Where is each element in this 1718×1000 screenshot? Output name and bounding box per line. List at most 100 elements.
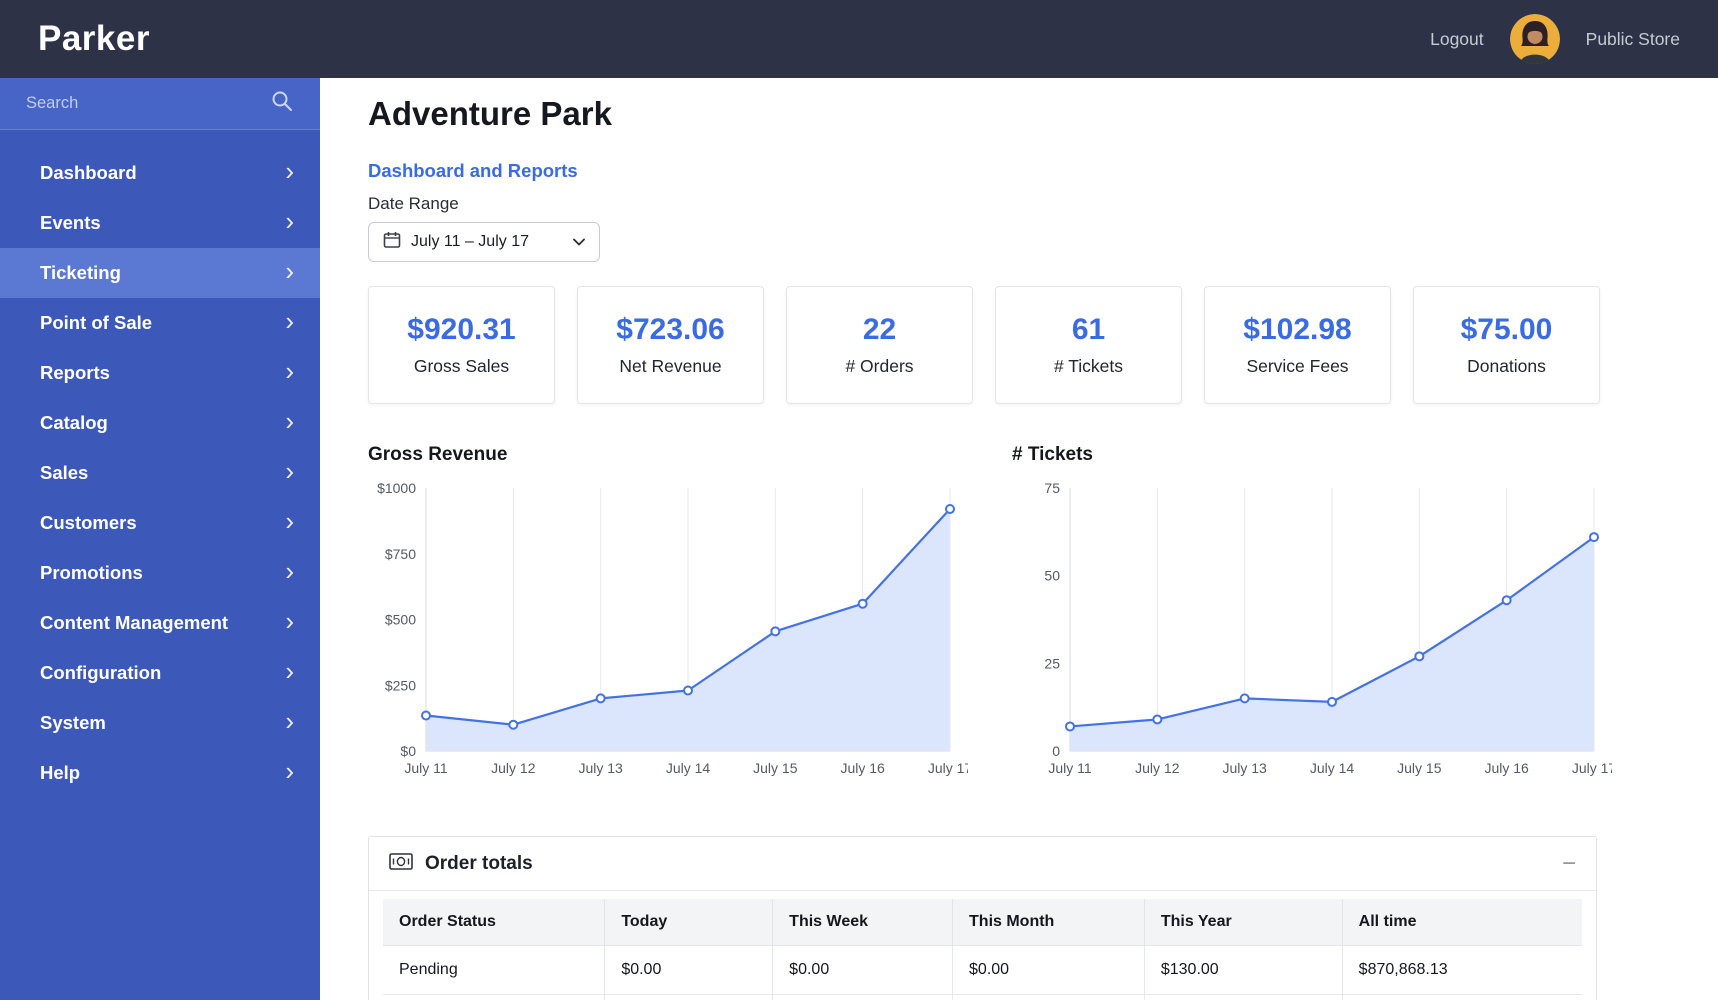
svg-text:50: 50	[1044, 568, 1060, 584]
sidebar-item-ticketing[interactable]: Ticketing ›	[0, 248, 320, 298]
order-totals-header: Order totals −	[369, 837, 1596, 891]
chevron-right-icon: ›	[285, 156, 294, 186]
cell-today: $0.00	[604, 945, 774, 995]
svg-text:July 15: July 15	[1397, 760, 1442, 776]
col-order-status: Order Status	[383, 899, 606, 946]
sidebar-item-label: Customers	[40, 512, 137, 533]
chart-title: Gross Revenue	[368, 444, 508, 465]
sidebar-item-point-of-sale[interactable]: Point of Sale ›	[0, 298, 320, 348]
stat-card-orders: 22 # Orders	[786, 286, 973, 404]
svg-text:$0: $0	[400, 743, 416, 759]
svg-text:$250: $250	[385, 677, 416, 693]
chevron-right-icon: ›	[285, 556, 294, 586]
date-range-label: Date Range	[368, 194, 459, 213]
topbar-right: Logout Public Store	[1430, 14, 1680, 64]
charts-row: Gross Revenue July 11 July 12 July 13 July …	[368, 444, 1718, 796]
svg-text:July 16: July 16	[1484, 760, 1529, 776]
stat-value: 22	[862, 313, 897, 346]
svg-text:July 13: July 13	[578, 760, 623, 776]
cell-all-time: $870,868.13	[1342, 945, 1582, 995]
chevron-right-icon: ›	[285, 206, 294, 236]
svg-text:July 13: July 13	[1222, 760, 1267, 776]
gross-revenue-chart: July 11 July 12 July 13 July 14 July 15 July …	[377, 480, 972, 776]
svg-text:July 16: July 16	[840, 760, 885, 776]
search-icon[interactable]	[270, 89, 294, 118]
col-this-week: This Week	[772, 899, 954, 946]
stat-card-donations: $75.00 Donations	[1413, 286, 1600, 404]
sidebar-item-system[interactable]: System ›	[0, 698, 320, 748]
user-avatar[interactable]	[1509, 14, 1560, 64]
app-logo[interactable]: Parker	[38, 19, 150, 59]
search-input[interactable]	[26, 94, 270, 113]
cell-this-year: $130.00	[1144, 945, 1343, 995]
sidebar-item-content-management[interactable]: Content Management ›	[0, 598, 320, 648]
chart-title: # Tickets	[1012, 444, 1093, 465]
col-this-year: This Year	[1144, 899, 1343, 946]
public-store-link[interactable]: Public Store	[1586, 29, 1680, 50]
sidebar-item-label: Catalog	[40, 412, 108, 433]
order-totals-table-wrap: Order Status Today This Week This Month …	[369, 891, 1596, 1000]
svg-text:July 17: July 17	[928, 760, 968, 776]
sidebar-item-label: Events	[40, 212, 101, 233]
sidebar-item-label: Reports	[40, 362, 110, 383]
stat-label: # Orders	[845, 356, 914, 376]
sidebar-item-configuration[interactable]: Configuration ›	[0, 648, 320, 698]
gross-revenue-chart-block: Gross Revenue July 11 July 12 July 13 July …	[368, 444, 972, 796]
stat-value: $102.98	[1243, 313, 1352, 346]
cell-order-status: Pending	[383, 945, 606, 995]
chevron-right-icon: ›	[285, 306, 294, 336]
collapse-button[interactable]: −	[1562, 851, 1576, 876]
svg-text:$500: $500	[385, 612, 416, 628]
order-totals-panel: Order totals − Order Status Today This W…	[368, 836, 1597, 1000]
banknote-icon	[389, 852, 413, 875]
svg-text:July 12: July 12	[1135, 760, 1180, 776]
sidebar-item-label: Help	[40, 762, 81, 783]
breadcrumb-link[interactable]: Dashboard and Reports	[368, 160, 578, 182]
stat-card-gross-sales: $920.31 Gross Sales	[368, 286, 555, 404]
svg-text:July 14: July 14	[666, 760, 711, 776]
sidebar-item-label: Promotions	[40, 562, 143, 583]
chevron-down-icon	[573, 233, 585, 251]
chevron-right-icon: ›	[285, 656, 294, 686]
chevron-right-icon: ›	[285, 606, 294, 636]
table-header-row: Order Status Today This Week This Month …	[383, 899, 1582, 946]
stat-value: $920.31	[407, 313, 516, 346]
sidebar-item-label: Ticketing	[40, 262, 121, 283]
main-content: Adventure Park Dashboard and Reports Dat…	[320, 78, 1718, 1000]
sidebar-item-promotions[interactable]: Promotions ›	[0, 548, 320, 598]
svg-text:July 12: July 12	[491, 760, 536, 776]
cell-this-week: $0.00	[772, 945, 954, 995]
sidebar-item-sales[interactable]: Sales ›	[0, 448, 320, 498]
sidebar-item-customers[interactable]: Customers ›	[0, 498, 320, 548]
stat-value: $75.00	[1460, 313, 1553, 346]
sidebar-item-help[interactable]: Help ›	[0, 748, 320, 798]
date-range-value: July 11 – July 17	[411, 233, 529, 250]
chevron-right-icon: ›	[285, 706, 294, 736]
layout: Dashboard › Events › Ticketing › Point of S…	[0, 78, 1718, 1000]
stat-card-tickets: 61 # Tickets	[995, 286, 1182, 404]
svg-text:$1000: $1000	[377, 480, 416, 496]
date-range-select[interactable]: July 11 – July 17	[368, 222, 600, 262]
svg-text:July 11: July 11	[1048, 760, 1092, 776]
tickets-chart: July 11 July 12 July 13 July 14 July 15 July …	[1044, 480, 1616, 776]
sidebar-item-dashboard[interactable]: Dashboard ›	[0, 148, 320, 198]
logout-link[interactable]: Logout	[1430, 29, 1484, 50]
chevron-right-icon: ›	[285, 356, 294, 386]
sidebar-nav: Dashboard › Events › Ticketing › Point of S…	[0, 130, 320, 798]
stat-value: 61	[1071, 313, 1106, 346]
sidebar-item-label: Configuration	[40, 662, 162, 683]
sidebar-item-catalog[interactable]: Catalog ›	[0, 398, 320, 448]
svg-text:0: 0	[1052, 743, 1060, 759]
topbar: Parker Logout Public Store	[0, 0, 1718, 78]
chevron-right-icon: ›	[285, 506, 294, 536]
col-today: Today	[604, 899, 774, 946]
svg-text:July 14: July 14	[1310, 760, 1355, 776]
sidebar-item-events[interactable]: Events ›	[0, 198, 320, 248]
page-title: Adventure Park	[368, 95, 612, 132]
sidebar-item-reports[interactable]: Reports ›	[0, 348, 320, 398]
avatar-image	[1509, 14, 1560, 64]
stat-card-net-revenue: $723.06 Net Revenue	[577, 286, 764, 404]
table-row-pending: Pending $0.00 $0.00 $0.00 $130.00 $870,8…	[383, 945, 1582, 995]
sidebar-item-label: Sales	[40, 462, 89, 483]
chevron-right-icon: ›	[285, 456, 294, 486]
